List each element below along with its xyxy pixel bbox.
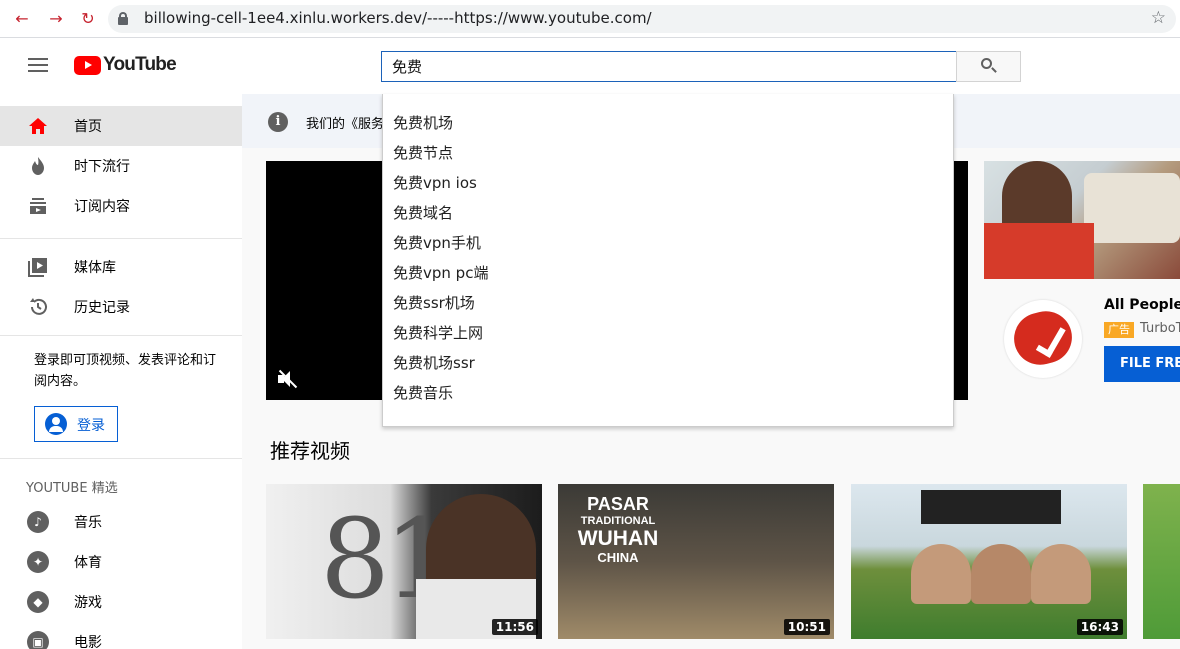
suggestion-item[interactable]: 免费节点	[393, 138, 453, 168]
sidebar-item-label: 订阅内容	[74, 199, 130, 215]
video-thumbnail[interactable]	[1143, 484, 1180, 639]
muted-volume-icon[interactable]	[276, 368, 298, 390]
sidebar-item-subscriptions[interactable]: 订阅内容	[0, 186, 242, 226]
sidebar-item-label: 电影	[74, 635, 102, 649]
video-thumbnail[interactable]: 81 11:56	[266, 484, 542, 639]
ad-advertiser: TurboT	[1140, 321, 1180, 336]
sidebar-divider	[0, 458, 242, 459]
movies-icon: ▣	[26, 630, 50, 649]
sidebar-item-home[interactable]: 首页	[0, 106, 242, 146]
suggestion-item[interactable]: 免费机场	[393, 108, 453, 138]
search-input[interactable]	[381, 51, 957, 82]
suggestion-item[interactable]: 免费ssr机场	[393, 288, 475, 318]
section-title-recommended: 推荐视频	[270, 439, 350, 463]
ad-badge: 广告	[1104, 322, 1134, 338]
home-icon	[26, 114, 50, 138]
search-button[interactable]	[956, 51, 1021, 82]
signin-button[interactable]: 登录	[34, 406, 118, 442]
sidebar-item-music[interactable]: ♪ 音乐	[0, 502, 242, 542]
guide-sidebar: 首页 时下流行 订阅内容 媒体库 历史记录 登录即可顶视频、发表评论和订阅内容。…	[0, 94, 242, 649]
sidebar-item-history[interactable]: 历史记录	[0, 287, 242, 327]
signin-prompt: 登录即可顶视频、发表评论和订阅内容。	[34, 353, 217, 389]
video-thumbnail[interactable]: 16:43	[851, 484, 1127, 639]
forward-icon[interactable]: →	[46, 9, 66, 29]
reload-icon[interactable]: ↻	[78, 9, 98, 29]
sidebar-item-movies[interactable]: ▣ 电影	[0, 622, 242, 649]
suggestion-item[interactable]: 免费vpn pc端	[393, 258, 488, 288]
address-bar[interactable]: billowing-cell-1ee4.xinlu.workers.dev/--…	[108, 5, 1176, 33]
back-icon[interactable]: ←	[12, 9, 32, 29]
video-duration: 11:56	[491, 619, 538, 635]
signin-label: 登录	[77, 418, 105, 434]
sidebar-item-label: 音乐	[74, 515, 102, 531]
bookmark-star-icon[interactable]: ☆	[1151, 8, 1166, 28]
url-text: billowing-cell-1ee4.xinlu.workers.dev/--…	[144, 9, 652, 27]
suggestion-item[interactable]: 免费科学上网	[393, 318, 483, 348]
sidebar-item-label: 首页	[74, 119, 102, 135]
sidebar-item-library[interactable]: 媒体库	[0, 247, 242, 287]
youtube-play-icon	[74, 56, 101, 75]
logo-text: YouTube	[103, 54, 177, 75]
history-icon	[26, 295, 50, 319]
lock-icon	[118, 12, 128, 25]
sidebar-item-trending[interactable]: 时下流行	[0, 146, 242, 186]
suggestion-item[interactable]: 免费vpn ios	[393, 168, 477, 198]
sidebar-divider	[0, 238, 242, 239]
account-circle-icon	[45, 413, 67, 435]
suggestion-item[interactable]: 免费音乐	[393, 378, 453, 408]
suggestion-item[interactable]: 免费机场ssr	[393, 348, 475, 378]
advertiser-logo[interactable]	[1004, 300, 1082, 378]
subscriptions-icon	[26, 194, 50, 218]
ad-thumbnail[interactable]	[984, 161, 1180, 279]
search-icon	[981, 58, 997, 73]
hamburger-menu-icon[interactable]	[28, 58, 48, 72]
gaming-icon: ◆	[26, 590, 50, 614]
video-thumbnail[interactable]: PASAR TRADITIONAL WUHAN CHINA 10:51	[558, 484, 834, 639]
trending-icon	[26, 154, 50, 178]
section-title-best-of: YOUTUBE 精选	[26, 481, 118, 496]
sidebar-item-label: 游戏	[74, 595, 102, 611]
sidebar-divider	[0, 335, 242, 336]
video-duration: 10:51	[783, 619, 830, 635]
checkmark-icon	[1035, 322, 1066, 358]
sidebar-item-sports[interactable]: ✦ 体育	[0, 542, 242, 582]
sidebar-item-label: 体育	[74, 555, 102, 571]
sidebar-item-gaming[interactable]: ◆ 游戏	[0, 582, 242, 622]
sidebar-item-label: 媒体库	[74, 260, 116, 276]
banner-text: 我们的《服务	[306, 117, 385, 132]
music-icon: ♪	[26, 510, 50, 534]
library-icon	[26, 255, 50, 279]
sidebar-item-label: 历史记录	[74, 300, 130, 316]
suggestion-item[interactable]: 免费域名	[393, 198, 453, 228]
masthead: YouTube	[0, 38, 1180, 94]
ad-title[interactable]: All People A	[1104, 297, 1180, 313]
video-duration: 16:43	[1076, 619, 1123, 635]
browser-toolbar: ← → ↻ billowing-cell-1ee4.xinlu.workers.…	[0, 0, 1180, 38]
suggestion-item[interactable]: 免费vpn手机	[393, 228, 481, 258]
ad-cta-button[interactable]: FILE FREE	[1104, 346, 1180, 382]
sidebar-item-label: 时下流行	[74, 159, 130, 175]
sports-icon: ✦	[26, 550, 50, 574]
thumbnail-overlay-text: PASAR TRADITIONAL WUHAN CHINA	[577, 494, 659, 565]
info-icon: i	[268, 112, 288, 132]
search-suggestions: 免费机场 免费节点 免费vpn ios 免费域名 免费vpn手机 免费vpn p…	[382, 94, 954, 427]
